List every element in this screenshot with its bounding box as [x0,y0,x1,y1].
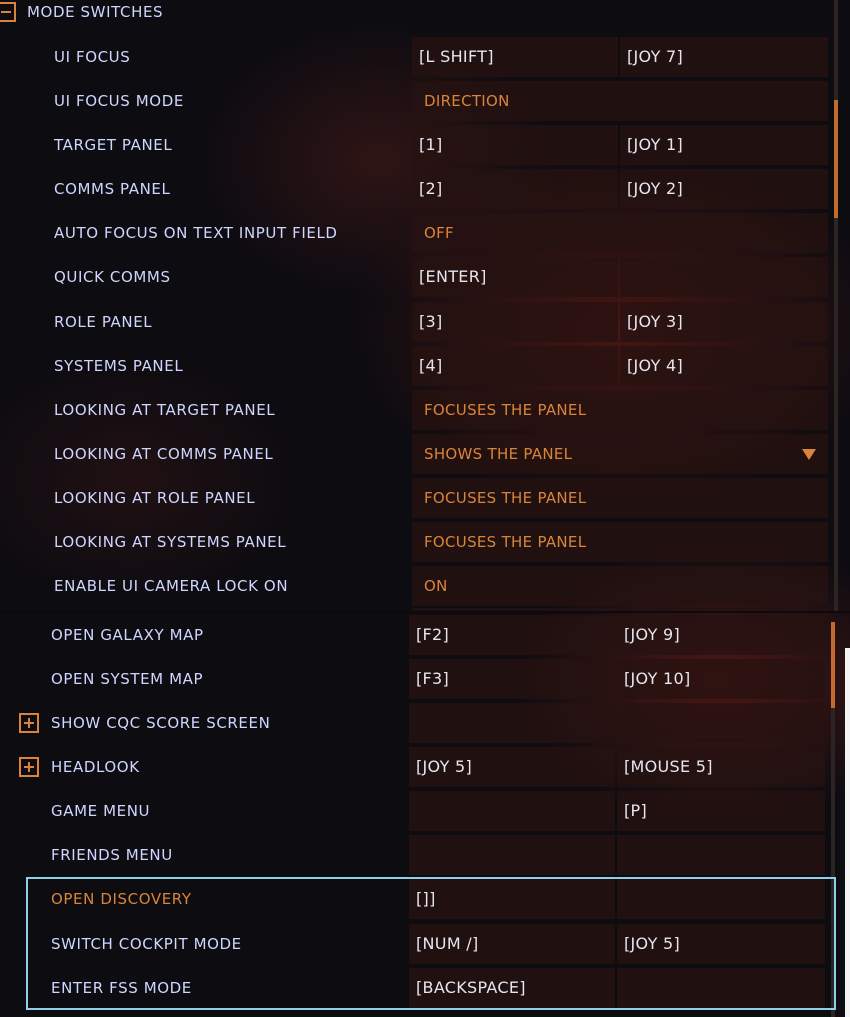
binding-label: UI FOCUS [54,48,131,66]
option-value[interactable]: FOCUSES THE PANEL [412,478,828,518]
primary-binding[interactable] [409,703,615,743]
primary-binding[interactable] [409,835,615,875]
binding-row-target-panel[interactable]: TARGET PANEL [1] [JOY 1] [0,123,850,167]
primary-binding[interactable]: [BACKSPACE] [409,968,615,1008]
dropdown-arrow-icon[interactable] [802,449,816,460]
secondary-binding[interactable]: [JOY 2] [620,169,828,209]
binding-row-quick-comms[interactable]: QUICK COMMS [ENTER] [0,255,850,299]
binding-label: FRIENDS MENU [51,846,173,864]
binding-label: HEADLOOK [51,758,140,776]
secondary-binding[interactable]: [JOY 1] [620,125,828,165]
binding-row-systems-panel[interactable]: SYSTEMS PANEL [4] [JOY 4] [0,344,850,388]
mode-switches-panel: MODE SWITCHES UI FOCUS [L SHIFT] [JOY 7]… [0,0,850,612]
secondary-binding[interactable] [617,968,825,1008]
secondary-binding[interactable] [620,257,828,297]
binding-row-headlook[interactable]: HEADLOOK [JOY 5] [MOUSE 5] [0,745,850,789]
binding-label: SHOW CQC SCORE SCREEN [51,714,271,732]
option-label: LOOKING AT COMMS PANEL [54,445,274,463]
primary-binding[interactable]: [F3] [409,659,615,699]
primary-binding[interactable]: [JOY 5] [409,747,615,787]
binding-label: OPEN DISCOVERY [51,890,192,908]
primary-binding[interactable]: [1] [412,125,618,165]
secondary-binding[interactable]: [JOY 9] [617,615,825,655]
binding-label: GAME MENU [51,802,151,820]
option-dropdown[interactable]: SHOWS THE PANEL [412,434,828,474]
binding-row-enter-fss[interactable]: ENTER FSS MODE [BACKSPACE] [0,966,850,1010]
collapse-icon[interactable] [0,2,16,22]
section-title: MODE SWITCHES [27,3,164,21]
option-value[interactable]: DIRECTION [412,81,828,121]
option-label: ENABLE UI CAMERA LOCK ON [54,577,289,595]
primary-binding[interactable]: [2] [412,169,618,209]
option-row-looking-role[interactable]: LOOKING AT ROLE PANEL FOCUSES THE PANEL [0,476,850,520]
binding-label: QUICK COMMS [54,268,171,286]
scrollbar-track[interactable] [834,0,838,612]
primary-binding[interactable]: [L SHIFT] [412,37,618,77]
binding-row-system-map[interactable]: OPEN SYSTEM MAP [F3] [JOY 10] [0,657,850,701]
primary-binding[interactable] [409,791,615,831]
option-row-ui-focus-mode[interactable]: UI FOCUS MODE DIRECTION [0,79,850,123]
option-row-looking-comms[interactable]: LOOKING AT COMMS PANEL SHOWS THE PANEL [0,432,850,476]
scrollbar-thumb[interactable] [831,622,835,708]
secondary-binding[interactable]: [JOY 10] [617,659,825,699]
primary-binding[interactable]: [NUM /] [409,924,615,964]
binding-row-ui-focus[interactable]: UI FOCUS [L SHIFT] [JOY 7] [0,35,850,79]
secondary-binding[interactable] [617,879,825,919]
expand-icon[interactable] [19,713,39,733]
binding-row-switch-cockpit[interactable]: SWITCH COCKPIT MODE [NUM /] [JOY 5] [0,922,850,966]
binding-row-friends-menu[interactable]: FRIENDS MENU [0,833,850,877]
option-row-looking-target[interactable]: LOOKING AT TARGET PANEL FOCUSES THE PANE… [0,388,850,432]
option-label: LOOKING AT SYSTEMS PANEL [54,533,287,551]
binding-row-open-discovery[interactable]: OPEN DISCOVERY []] [0,877,850,921]
binding-label: SYSTEMS PANEL [54,357,184,375]
option-value[interactable]: FOCUSES THE PANEL [412,390,828,430]
binding-label: ENTER FSS MODE [51,979,192,997]
binding-row-comms-panel[interactable]: COMMS PANEL [2] [JOY 2] [0,167,850,211]
secondary-binding[interactable]: [P] [617,791,825,831]
secondary-binding[interactable]: [JOY 7] [620,37,828,77]
binding-label: ROLE PANEL [54,313,153,331]
binding-label: COMMS PANEL [54,180,171,198]
binding-label: SWITCH COCKPIT MODE [51,935,242,953]
primary-binding[interactable]: []] [409,879,615,919]
primary-binding[interactable]: [4] [412,346,618,386]
binding-label: OPEN SYSTEM MAP [51,670,204,688]
expand-icon[interactable] [19,757,39,777]
option-row-camera-lock[interactable]: ENABLE UI CAMERA LOCK ON ON [0,564,850,608]
option-row-auto-focus[interactable]: AUTO FOCUS ON TEXT INPUT FIELD OFF [0,211,850,255]
option-label: LOOKING AT TARGET PANEL [54,401,276,419]
option-value: SHOWS THE PANEL [424,445,573,463]
window-edge [845,648,850,1017]
primary-binding[interactable]: [3] [412,302,618,342]
binding-row-game-menu[interactable]: GAME MENU [P] [0,789,850,833]
secondary-binding[interactable]: [JOY 5] [617,924,825,964]
option-label: AUTO FOCUS ON TEXT INPUT FIELD [54,224,338,242]
primary-binding[interactable]: [ENTER] [412,257,618,297]
general-controls-panel: OPEN GALAXY MAP [F2] [JOY 9] OPEN SYSTEM… [0,612,850,1017]
option-value[interactable]: FOCUSES THE PANEL [412,522,828,562]
primary-binding[interactable]: [F2] [409,615,615,655]
secondary-binding[interactable] [617,835,825,875]
scrollbar-thumb[interactable] [834,100,838,218]
option-label: LOOKING AT ROLE PANEL [54,489,256,507]
binding-row-cqc-score[interactable]: SHOW CQC SCORE SCREEN [0,701,850,745]
secondary-binding[interactable]: [JOY 3] [620,302,828,342]
binding-row-galaxy-map[interactable]: OPEN GALAXY MAP [F2] [JOY 9] [0,613,850,657]
binding-label: TARGET PANEL [54,136,173,154]
secondary-binding[interactable]: [MOUSE 5] [617,747,825,787]
option-row-looking-systems[interactable]: LOOKING AT SYSTEMS PANEL FOCUSES THE PAN… [0,520,850,564]
binding-row-role-panel[interactable]: ROLE PANEL [3] [JOY 3] [0,300,850,344]
option-value[interactable]: OFF [412,213,828,253]
option-value[interactable]: ON [412,566,828,606]
secondary-binding[interactable]: [JOY 4] [620,346,828,386]
binding-label: OPEN GALAXY MAP [51,626,204,644]
secondary-binding[interactable] [617,703,825,743]
option-label: UI FOCUS MODE [54,92,184,110]
